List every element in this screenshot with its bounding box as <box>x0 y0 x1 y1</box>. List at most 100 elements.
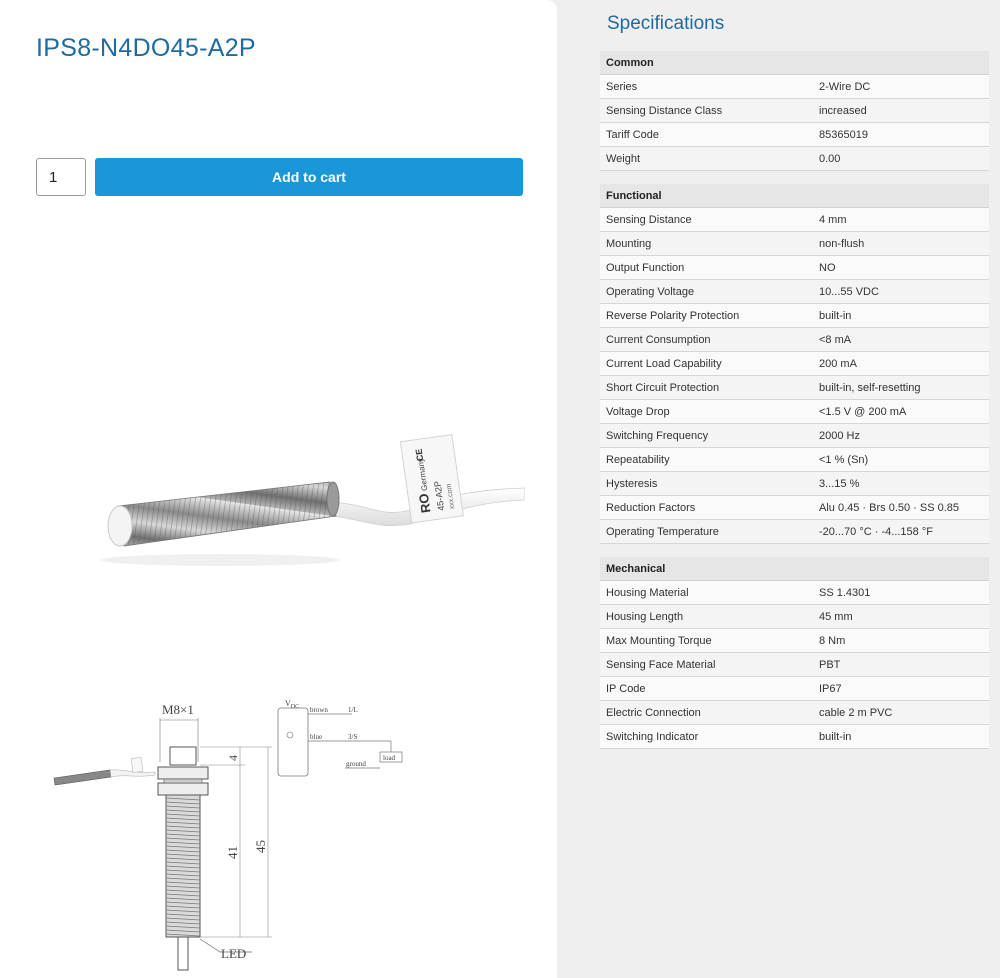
spec-section-functional: Functional Sensing Distance 4 mm Mounting n… <box>600 184 989 544</box>
spec-value: 8 Nm <box>813 628 989 653</box>
spec-key: Housing Length <box>600 604 813 629</box>
spec-row: Series 2-Wire DC <box>600 74 989 99</box>
spec-key: Current Consumption <box>600 327 813 352</box>
spec-value: 200 mA <box>813 351 989 376</box>
quantity-input[interactable] <box>36 158 86 196</box>
drawing-load-label: load <box>383 754 396 762</box>
photo-label-brand: RO <box>416 493 434 514</box>
drawing-wire-ground: ground <box>346 760 366 768</box>
spec-section-mechanical: Mechanical Housing Material SS 1.4301 Hous… <box>600 557 989 749</box>
spec-key: Sensing Distance Class <box>600 98 813 123</box>
spec-value: 0.00 <box>813 146 989 171</box>
spec-section-heading: Common <box>600 51 989 75</box>
spec-value: Alu 0.45 · Brs 0.50 · SS 0.85 <box>813 495 989 520</box>
spec-row: Mounting non-flush <box>600 231 989 256</box>
spec-row: Reduction Factors Alu 0.45 · Brs 0.50 · S… <box>600 495 989 520</box>
spec-row: IP Code IP67 <box>600 676 989 701</box>
spec-value: 10...55 VDC <box>813 279 989 304</box>
spec-key: Max Mounting Torque <box>600 628 813 653</box>
spec-key: Mounting <box>600 231 813 256</box>
spec-key: Sensing Distance <box>600 207 813 232</box>
spec-key: IP Code <box>600 676 813 701</box>
spec-row: Output Function NO <box>600 255 989 280</box>
spec-key: Weight <box>600 146 813 171</box>
drawing-dim-4: 4 <box>226 755 240 761</box>
spec-row: Reverse Polarity Protection built-in <box>600 303 989 328</box>
spec-key: Housing Material <box>600 580 813 605</box>
spec-value: increased <box>813 98 989 123</box>
spec-row: Sensing Distance 4 mm <box>600 207 989 232</box>
product-card: IPS8-N4DO45-A2P Add to cart <box>0 0 557 978</box>
spec-row: Sensing Face Material PBT <box>600 652 989 677</box>
spec-row: Operating Temperature -20...70 °C · -4...… <box>600 519 989 544</box>
spec-section-heading: Mechanical <box>600 557 989 581</box>
spec-section-heading: Functional <box>600 184 989 208</box>
spec-value: -20...70 °C · -4...158 °F <box>813 519 989 544</box>
spec-key: Output Function <box>600 255 813 280</box>
spec-value: SS 1.4301 <box>813 580 989 605</box>
spec-row: Operating Voltage 10...55 VDC <box>600 279 989 304</box>
spec-section-common: Common Series 2-Wire DC Sensing Distance C… <box>600 51 989 171</box>
thumbnail-sensor <box>53 757 156 786</box>
spec-row: Max Mounting Torque 8 Nm <box>600 628 989 653</box>
spec-key: Series <box>600 74 813 99</box>
drawing-wire-brown: brown <box>310 706 328 714</box>
drawing-dim-45: 45 <box>253 840 268 853</box>
spec-value: cable 2 m PVC <box>813 700 989 725</box>
spec-key: Hysteresis <box>600 471 813 496</box>
spec-row: Current Load Capability 200 mA <box>600 351 989 376</box>
technical-drawing: M8×1 LED 4 41 45 VDC brown blue ground 1… <box>53 699 403 971</box>
spec-key: Operating Voltage <box>600 279 813 304</box>
drawing-wire-blue: blue <box>310 733 322 741</box>
specifications-title: Specifications <box>607 13 725 34</box>
product-photo: RO Germany CE 45-A2P xxx.com <box>100 433 525 566</box>
spec-value: 3...15 % <box>813 471 989 496</box>
spec-row: Switching Frequency 2000 Hz <box>600 423 989 448</box>
spec-key: Current Load Capability <box>600 351 813 376</box>
spec-value: 2-Wire DC <box>813 74 989 99</box>
spec-value: IP67 <box>813 676 989 701</box>
spec-row: Current Consumption <8 mA <box>600 327 989 352</box>
spec-row: Tariff Code 85365019 <box>600 122 989 147</box>
spec-key: Voltage Drop <box>600 399 813 424</box>
add-to-cart-button[interactable]: Add to cart <box>95 158 523 196</box>
spec-value: non-flush <box>813 231 989 256</box>
drawing-pin-1: 1/L <box>348 706 358 714</box>
spec-value: 2000 Hz <box>813 423 989 448</box>
spec-key: Reverse Polarity Protection <box>600 303 813 328</box>
spec-row: Voltage Drop <1.5 V @ 200 mA <box>600 399 989 424</box>
spec-row: Electric Connection cable 2 m PVC <box>600 700 989 725</box>
spec-row: Repeatability <1 % (Sn) <box>600 447 989 472</box>
spec-key: Switching Indicator <box>600 724 813 749</box>
spec-row: Weight 0.00 <box>600 146 989 171</box>
drawing-led-label: LED <box>221 946 246 961</box>
spec-value: built-in <box>813 724 989 749</box>
spec-key: Short Circuit Protection <box>600 375 813 400</box>
spec-key: Repeatability <box>600 447 813 472</box>
spec-row: Switching Indicator built-in <box>600 724 989 749</box>
spec-key: Operating Temperature <box>600 519 813 544</box>
spec-row: Housing Material SS 1.4301 <box>600 580 989 605</box>
spec-value: 85365019 <box>813 122 989 147</box>
spec-value: built-in <box>813 303 989 328</box>
spec-key: Switching Frequency <box>600 423 813 448</box>
spec-key: Sensing Face Material <box>600 652 813 677</box>
spec-value: PBT <box>813 652 989 677</box>
spec-value: NO <box>813 255 989 280</box>
spec-row: Short Circuit Protection built-in, self-r… <box>600 375 989 400</box>
spec-key: Electric Connection <box>600 700 813 725</box>
drawing-thread-label: M8×1 <box>162 702 194 717</box>
spec-row: Housing Length 45 mm <box>600 604 989 629</box>
spec-key: Reduction Factors <box>600 495 813 520</box>
photo-label-ce: CE <box>414 448 426 462</box>
spec-value: built-in, self-resetting <box>813 375 989 400</box>
drawing-pin-3: 3/S <box>348 733 357 741</box>
spec-row: Hysteresis 3...15 % <box>600 471 989 496</box>
spec-value: <1 % (Sn) <box>813 447 989 472</box>
spec-key: Tariff Code <box>600 122 813 147</box>
spec-value: <1.5 V @ 200 mA <box>813 399 989 424</box>
drawing-dim-41: 41 <box>225 846 240 859</box>
spec-value: <8 mA <box>813 327 989 352</box>
product-title: IPS8-N4DO45-A2P <box>36 34 256 62</box>
spec-value: 45 mm <box>813 604 989 629</box>
